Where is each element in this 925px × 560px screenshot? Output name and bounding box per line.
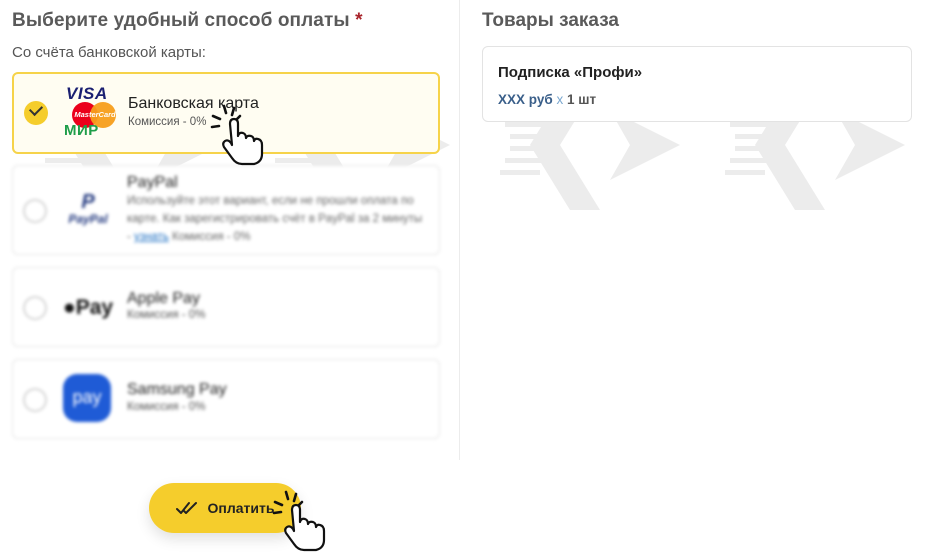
option-name: PayPal: [127, 174, 178, 191]
payment-option-paypal[interactable]: P PayPal PayPal Используйте этот вариант…: [12, 165, 440, 255]
payment-section-title: Выберите удобный способ оплаты *: [12, 10, 363, 31]
samsung-pay-logo: pay: [63, 374, 111, 422]
hand-cursor-icon: [272, 490, 334, 557]
learn-link[interactable]: узнать: [134, 231, 169, 243]
apple-pay-logo: ●Pay: [63, 296, 114, 319]
hand-cursor-icon: [210, 104, 272, 171]
radio-unselected[interactable]: [23, 296, 47, 320]
check-icon: [28, 101, 44, 117]
order-item-card: Подписка «Профи» ХХХ руб х 1 шт: [482, 46, 912, 122]
paypal-logo: P PayPal: [68, 191, 108, 226]
times-sign: х: [556, 92, 564, 107]
product-name: Подписка «Профи»: [498, 64, 643, 81]
order-items-panel: Товары заказа Подписка «Профи» ХХХ руб х…: [461, 0, 925, 460]
pay-button-label: Оплатить: [207, 500, 275, 516]
option-name: Apple Pay: [127, 290, 200, 307]
double-check-icon: [175, 502, 197, 514]
option-fee: Комиссия - 0%: [128, 116, 207, 128]
radio-selected[interactable]: [24, 101, 48, 125]
radio-unselected[interactable]: [23, 199, 47, 223]
payment-methods-panel: Выберите удобный способ оплаты * Со счёт…: [0, 0, 460, 460]
product-price: ХХХ руб: [498, 92, 553, 107]
payment-option-apple-pay[interactable]: ●Pay Apple Pay Комиссия - 0%: [12, 267, 440, 347]
radio-unselected[interactable]: [23, 388, 47, 412]
option-fee: Комиссия - 0%: [127, 309, 206, 321]
order-title: Товары заказа: [482, 10, 619, 31]
required-mark: *: [355, 10, 363, 31]
product-price-line: ХХХ руб х 1 шт: [498, 92, 596, 107]
option-fee: Комиссия - 0%: [127, 401, 206, 413]
mir-logo: МИР: [64, 122, 99, 139]
option-description: Используйте этот вариант, если не прошли…: [127, 195, 423, 243]
product-quantity: 1 шт: [566, 92, 597, 107]
visa-logo: VISA: [66, 84, 108, 103]
payment-subtitle: Со счёта банковской карты:: [12, 44, 206, 61]
payment-option-samsung-pay[interactable]: pay Samsung Pay Комиссия - 0%: [12, 359, 440, 439]
apple-icon: ●: [63, 296, 76, 319]
option-name: Samsung Pay: [127, 381, 227, 398]
